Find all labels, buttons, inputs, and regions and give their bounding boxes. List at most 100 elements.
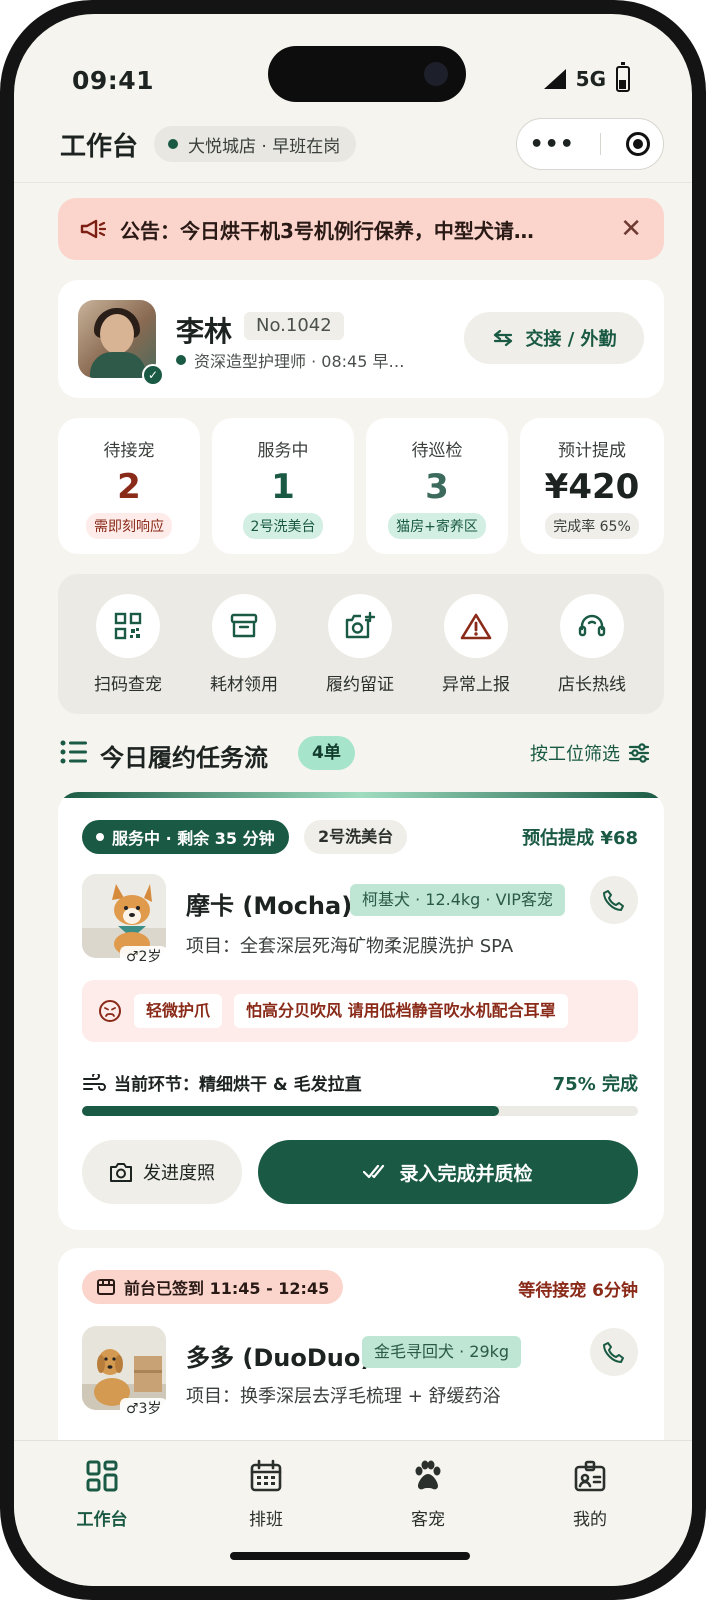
mini-program-capsule: •••	[516, 118, 664, 170]
status-badge: 服务中 · 剩余 35 分钟	[82, 820, 289, 854]
profile-number: No.1042	[244, 312, 344, 340]
tab-mine[interactable]: 我的	[530, 1459, 650, 1530]
profile-name: 李林	[176, 315, 233, 348]
badge-icon	[574, 1460, 606, 1492]
quick-action-label: 履约留证	[326, 675, 394, 695]
avatar-body	[90, 352, 146, 378]
headset-icon	[560, 594, 624, 658]
quick-action-label: 店长热线	[558, 675, 626, 695]
close-icon[interactable]: ✕	[620, 216, 642, 242]
filter-by-station-button[interactable]: 按工位筛选	[530, 740, 650, 766]
camera-icon	[424, 62, 448, 86]
megaphone-icon	[80, 219, 106, 239]
quick-actions-panel: 扫码查宠 耗材领用 履约留证 异常上报 店长热线	[58, 574, 664, 714]
complete-and-inspect-label: 录入完成并质检	[399, 1162, 533, 1185]
quick-action-hotline[interactable]: 店长热线	[542, 594, 642, 695]
stat-card-in-service[interactable]: 服务中 1 2号洗美台	[212, 418, 354, 554]
send-progress-photo-button[interactable]: 发进度照	[82, 1140, 242, 1204]
call-owner-button[interactable]	[590, 1328, 638, 1376]
dashboard-icon	[86, 1460, 118, 1492]
pet-name: 多多 (DuoDuo)	[186, 1344, 372, 1372]
stat-label: 待巡检	[411, 441, 463, 461]
double-check-icon	[363, 1164, 385, 1179]
warning-chip: 轻微护爪	[134, 994, 223, 1028]
quick-action-evidence[interactable]: 履约留证	[310, 594, 410, 695]
notice-text: 公告：今日烘干机3号机例行保养，中型犬请…	[120, 218, 534, 243]
tab-label: 工作台	[76, 1510, 128, 1530]
add-photo-icon	[328, 594, 392, 658]
status-dot-icon	[176, 355, 186, 365]
tab-workbench[interactable]: 工作台	[42, 1459, 162, 1530]
stat-tag: 完成率 65%	[545, 513, 639, 539]
screen: 09:41 5G 工作台 大悦城店 · 早班在岗 ••• 公告：今日烘干机3号机…	[14, 14, 692, 1586]
stat-card-inspection[interactable]: 待巡检 3 猫房+寄养区	[366, 418, 508, 554]
quick-action-scan[interactable]: 扫码查宠	[78, 594, 178, 695]
quick-action-supplies[interactable]: 耗材领用	[194, 594, 294, 695]
stat-value: 3	[425, 467, 449, 507]
verified-icon: ✓	[142, 364, 164, 386]
more-dots-icon[interactable]: •••	[530, 132, 575, 157]
handover-label: 交接 / 外勤	[525, 329, 617, 350]
pet-age-badge: ♂3岁	[120, 1398, 168, 1420]
phone-icon	[603, 890, 624, 911]
store-label: 大悦城店 · 早班在岗	[188, 136, 341, 157]
warning-icon	[444, 594, 508, 658]
quick-action-label: 扫码查宠	[94, 675, 162, 695]
profile-card: ✓ 李林 No.1042 资深造型护理师 · 08:45 早… 交接 / 外勤	[58, 280, 664, 398]
active-accent-bar	[58, 792, 664, 798]
archive-box-icon	[212, 594, 276, 658]
wind-icon	[83, 1073, 106, 1091]
stat-value: ¥420	[544, 467, 640, 507]
quick-action-report[interactable]: 异常上报	[426, 594, 526, 695]
status-icons: 5G	[543, 62, 630, 92]
checkin-badge: 前台已签到 11:45 - 12:45	[82, 1270, 344, 1304]
capsule-divider	[600, 133, 602, 155]
quick-action-label: 异常上报	[442, 675, 510, 695]
station-badge: 2号洗美台	[304, 820, 408, 854]
current-stage-text: 当前环节：精细烘干 & 毛发拉直	[114, 1075, 362, 1095]
stat-tag: 2号洗美台	[242, 513, 324, 539]
profile-role: 资深造型护理师 · 08:45 早…	[176, 348, 446, 372]
status-time: 09:41	[72, 66, 155, 95]
battery-icon	[616, 62, 630, 92]
progress-percent: 75% 完成	[552, 1074, 638, 1095]
record-icon[interactable]	[626, 132, 651, 156]
header-divider	[14, 182, 692, 183]
complete-and-inspect-button[interactable]: 录入完成并质检	[258, 1140, 638, 1204]
notice-banner[interactable]: 公告：今日烘干机3号机例行保养，中型犬请… ✕	[58, 198, 664, 260]
store-chip[interactable]: 大悦城店 · 早班在岗	[154, 126, 357, 162]
handover-button[interactable]: 交接 / 外勤	[464, 312, 644, 364]
phone-frame: 09:41 5G 工作台 大悦城店 · 早班在岗 ••• 公告：今日烘干机3号机…	[0, 0, 706, 1600]
tab-schedule[interactable]: 排班	[206, 1459, 326, 1530]
network-label: 5G	[575, 67, 606, 91]
stat-label: 服务中	[257, 441, 309, 461]
filter-label: 按工位筛选	[530, 744, 620, 765]
task-card-mocha[interactable]: 服务中 · 剩余 35 分钟 2号洗美台 预估提成 ¥68 ♂2岁 摩卡 (Mo…	[58, 792, 664, 1230]
stat-card-commission[interactable]: 预计提成 ¥420 完成率 65%	[520, 418, 664, 554]
tab-clients[interactable]: 客宠	[368, 1459, 488, 1530]
care-warning-box: 轻微护爪 怕高分贝吹风 请用低档静音吹水机配合耳罩	[82, 980, 638, 1042]
progress-fill	[82, 1106, 499, 1116]
camera-icon	[110, 1163, 132, 1182]
stat-card-pickup[interactable]: 待接宠 2 需即刻响应	[58, 418, 200, 554]
avatar-face	[100, 314, 134, 354]
stat-label: 待接宠	[103, 441, 155, 461]
call-owner-button[interactable]	[590, 876, 638, 924]
quick-action-label: 耗材领用	[210, 675, 278, 695]
warning-chip: 怕高分贝吹风 请用低档静音吹水机配合耳罩	[234, 994, 568, 1028]
signal-icon	[543, 69, 566, 89]
list-icon	[60, 740, 87, 764]
pet-name: 摩卡 (Mocha)	[186, 892, 353, 920]
sliders-icon	[628, 743, 650, 763]
tab-label: 排班	[249, 1510, 283, 1530]
current-stage: 当前环节：精细烘干 & 毛发拉直	[82, 1070, 362, 1095]
phone-icon	[603, 1342, 624, 1363]
progress-bar	[82, 1106, 638, 1116]
dynamic-island	[268, 46, 466, 102]
estimated-commission: 预估提成 ¥68	[522, 828, 638, 849]
calendar-icon	[250, 1459, 282, 1492]
tab-label: 客宠	[411, 1510, 445, 1530]
stat-tag: 猫房+寄养区	[388, 513, 486, 539]
caution-face-icon	[99, 1000, 121, 1022]
task-count-badge: 4单	[298, 736, 355, 770]
